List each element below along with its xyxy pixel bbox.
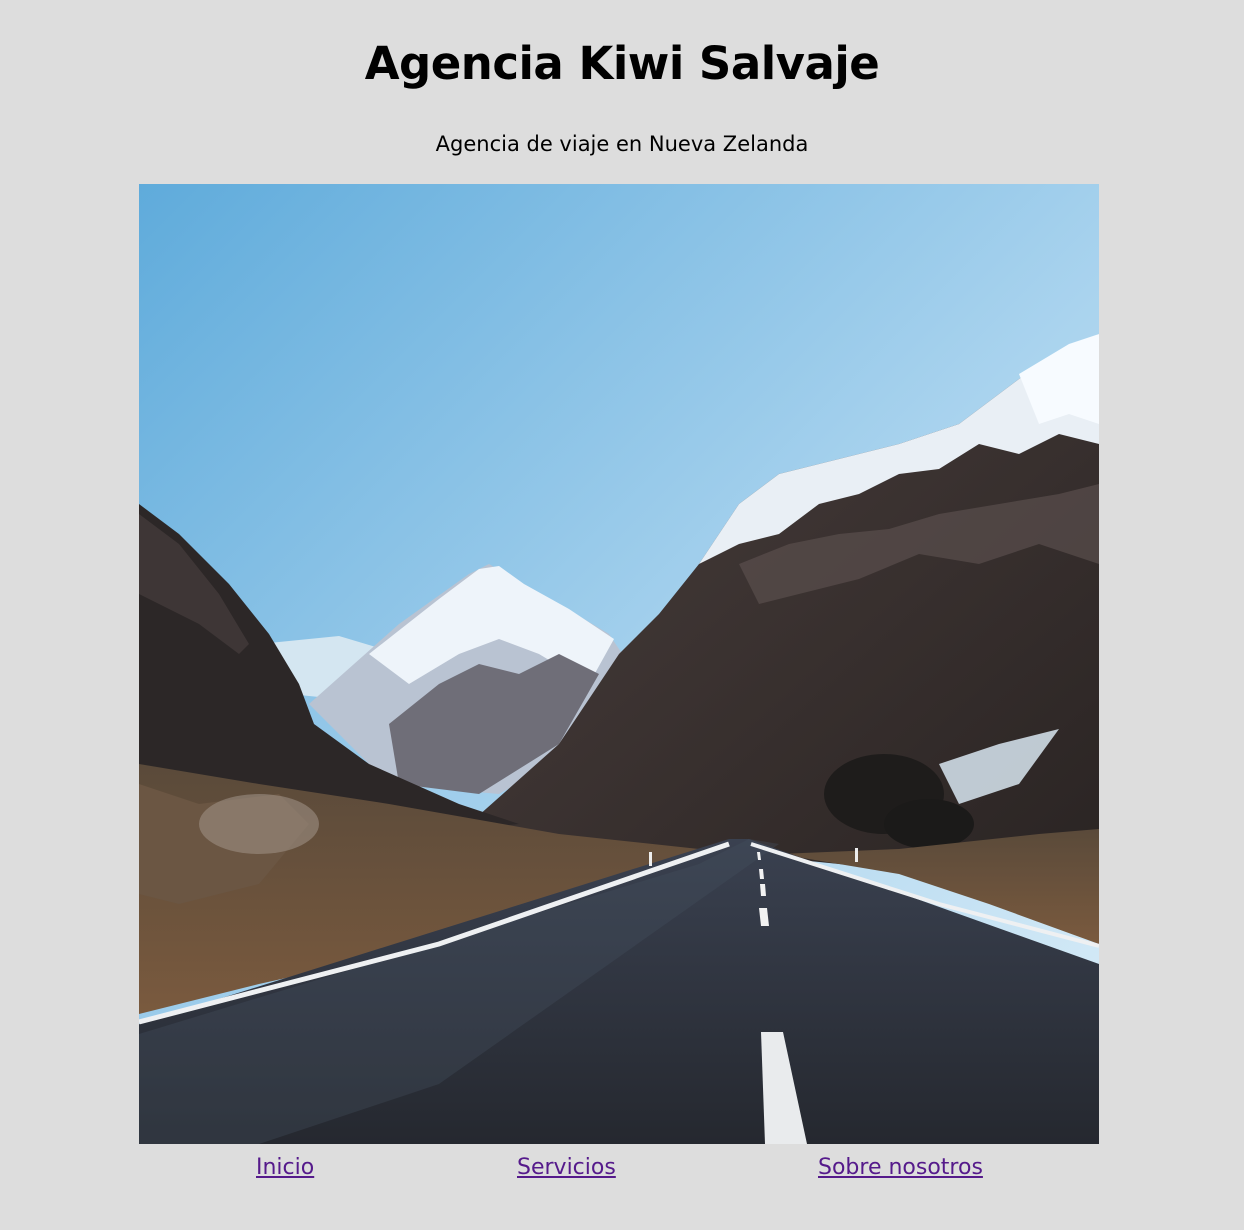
nav-link-servicios[interactable]: Servicios xyxy=(517,1152,616,1184)
nav-link-sobre-nosotros[interactable]: Sobre nosotros xyxy=(818,1152,983,1184)
site-title: Agencia Kiwi Salvaje xyxy=(364,37,880,90)
hero-image xyxy=(139,184,1099,1144)
main-nav: Inicio Servicios Sobre nosotros xyxy=(139,1152,1099,1186)
mountain-road-photo xyxy=(139,184,1099,1144)
page: Agencia Kiwi Salvaje Agencia de viaje en… xyxy=(0,0,1244,1230)
site-subtitle: Agencia de viaje en Nueva Zelanda xyxy=(435,132,809,156)
nav-link-inicio[interactable]: Inicio xyxy=(256,1152,314,1184)
